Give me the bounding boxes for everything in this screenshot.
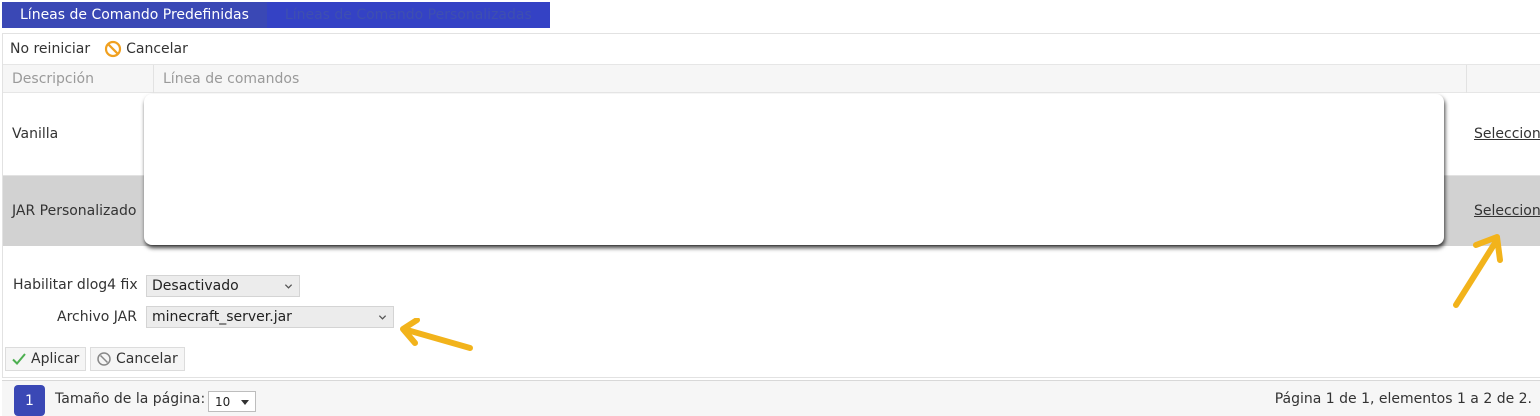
select-link[interactable]: Seleccion (1474, 93, 1540, 175)
chevron-down-icon (284, 284, 293, 289)
row-description: JAR Personalizado (12, 203, 137, 219)
column-header-description[interactable]: Descripción (3, 65, 154, 93)
pager-info: Página 1 de 1, elementos 1 a 2 de 2. (1274, 391, 1532, 407)
dlog4-fix-label: Habilitar dlog4 fix (13, 277, 138, 293)
dlog4-fix-value: Desactivado (152, 278, 239, 294)
tab-predefined-commands[interactable]: Líneas de Comando Predefinidas (2, 2, 267, 28)
page-size-value: 10 (215, 394, 231, 409)
redaction-box (144, 94, 1444, 245)
page-number-button[interactable]: 1 (14, 385, 45, 416)
toolbar-cancel-label: Cancelar (126, 41, 188, 57)
grid-header: Descripción Línea de comandos (3, 64, 1540, 93)
row-description: Vanilla (12, 126, 59, 142)
chevron-down-icon (378, 315, 387, 320)
jar-file-label: Archivo JAR (57, 309, 137, 325)
caret-down-icon (241, 400, 249, 405)
tab-bar: Líneas de Comando Predefinidas Líneas de… (2, 2, 550, 28)
page-size-select[interactable]: 10 (208, 391, 256, 412)
annotation-arrow-icon (400, 318, 473, 351)
no-restart-button[interactable]: No reiniciar (10, 41, 90, 57)
annotation-arrow-icon (1453, 234, 1503, 308)
jar-file-value: minecraft_server.jar (152, 309, 292, 325)
column-header-command-line[interactable]: Línea de comandos (154, 65, 1467, 93)
toolbar-cancel-button[interactable]: Cancelar (104, 40, 188, 58)
column-description-label: Descripción (12, 71, 94, 87)
cancel-button[interactable]: Cancelar (90, 347, 185, 371)
check-icon (12, 353, 26, 365)
toolbar: No reiniciar Cancelar (10, 38, 188, 60)
jar-file-select[interactable]: minecraft_server.jar (146, 306, 394, 328)
no-restart-label: No reiniciar (10, 41, 91, 57)
no-entry-icon (105, 40, 122, 58)
page-size-label: Tamaño de la página: (55, 391, 206, 407)
cancel-circle-icon (97, 352, 111, 366)
column-command-line-label: Línea de comandos (163, 71, 300, 87)
apply-button[interactable]: Aplicar (5, 347, 87, 371)
cancel-label: Cancelar (116, 351, 178, 367)
apply-label: Aplicar (31, 351, 80, 367)
dlog4-fix-select[interactable]: Desactivado (146, 275, 300, 297)
tab-custom-commands[interactable]: Líneas de Comando Personalizadas (266, 2, 550, 28)
